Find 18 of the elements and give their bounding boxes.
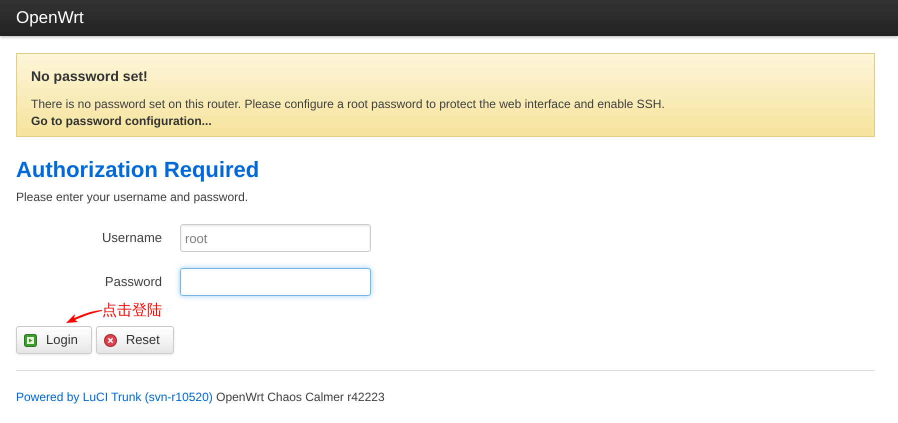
- arrow-icon: [66, 308, 102, 324]
- reset-button[interactable]: Reset: [96, 326, 174, 354]
- alert-title: No password set!: [31, 67, 149, 86]
- field-label: Username: [101, 229, 163, 248]
- password-config-link[interactable]: Go to password configuration...: [31, 114, 212, 128]
- alert-message: There is no password set on this router. Please configure a root password to protect the web interface and enable SSH.: [31, 96, 666, 112]
- powered-by-link[interactable]: Powered by LuCI Trunk (svn-r10520): [16, 390, 213, 404]
- field-label: Password: [104, 273, 163, 292]
- username-field[interactable]: root: [180, 224, 371, 252]
- brand-title: OpenWrt: [16, 7, 84, 30]
- play-icon: [24, 334, 37, 346]
- page-heading: Authorization Required: [16, 156, 260, 184]
- login-button[interactable]: Login: [16, 326, 92, 354]
- annotation-text: 点击登陆: [102, 302, 162, 319]
- close-icon: [104, 334, 117, 346]
- instruction-text: Please enter your username and password.: [16, 189, 250, 206]
- password-field[interactable]: [180, 268, 371, 296]
- version-text: OpenWrt Chaos Calmer r42223: [216, 390, 385, 404]
